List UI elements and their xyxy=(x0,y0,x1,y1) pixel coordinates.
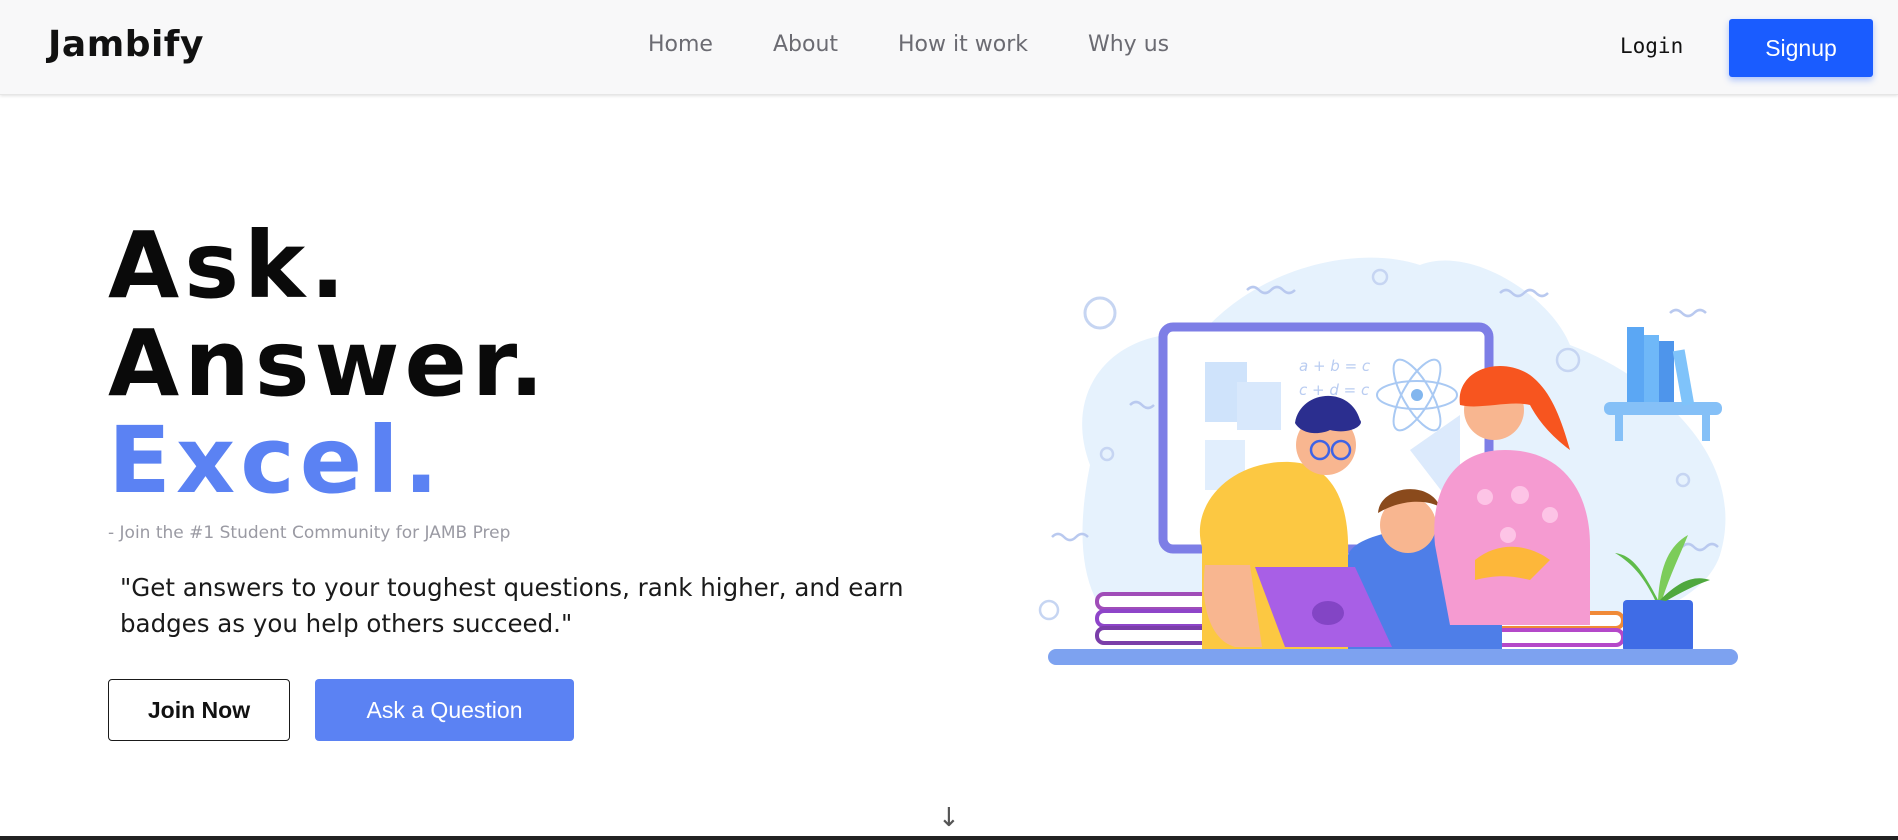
hero-quote: "Get answers to your toughest questions,… xyxy=(120,573,904,638)
login-button[interactable]: Login xyxy=(1620,34,1683,58)
hero-subtagline: - Join the #1 Student Community for JAMB… xyxy=(108,523,511,543)
scroll-down-icon[interactable]: ↓ xyxy=(938,803,960,833)
nav-link-why-us[interactable]: Why us xyxy=(1088,32,1169,57)
students-studying-illustration: a + b = c c + d = c xyxy=(1038,257,1738,665)
join-now-button[interactable]: Join Now xyxy=(108,679,290,741)
signup-button[interactable]: Signup xyxy=(1729,19,1873,77)
bottom-edge-strip xyxy=(0,836,1898,840)
main-nav: Home About How it work Why us xyxy=(648,32,1229,57)
hero-illustration: a + b = c c + d = c xyxy=(1030,235,1750,679)
board-formula-1: a + b = c xyxy=(1299,357,1371,375)
hero-headline-excel: Excel. xyxy=(108,407,444,514)
nav-link-about[interactable]: About xyxy=(773,32,838,57)
brand-logo[interactable]: Jambify xyxy=(48,24,204,65)
hero-headline-answer: Answer. xyxy=(108,310,550,417)
nav-link-how-it-work[interactable]: How it work xyxy=(898,32,1028,57)
board-formula-2: c + d = c xyxy=(1299,381,1370,399)
nav-link-home[interactable]: Home xyxy=(648,32,713,57)
hero-headline-ask: Ask. xyxy=(108,212,351,319)
ask-question-button[interactable]: Ask a Question xyxy=(315,679,574,741)
top-navbar: Jambify Home About How it work Why us Lo… xyxy=(0,0,1898,95)
